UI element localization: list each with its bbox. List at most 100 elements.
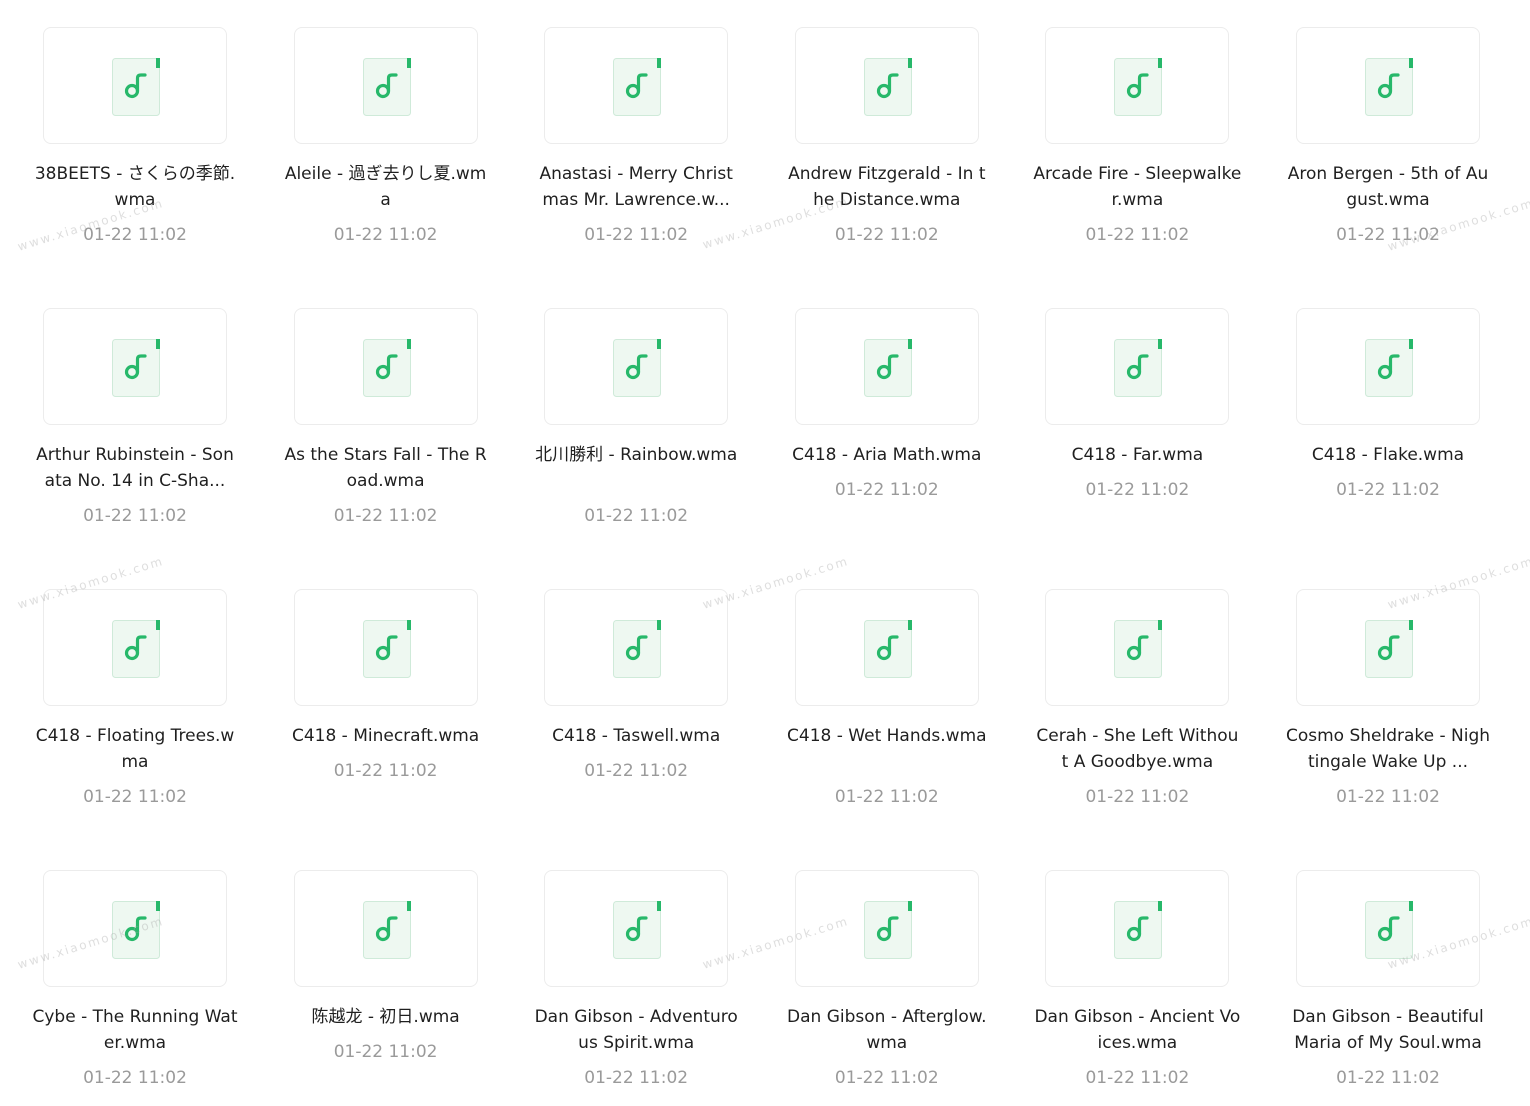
- file-date: 01-22 11:02: [1336, 787, 1440, 807]
- file-name[interactable]: C418 - Far.wma: [1033, 442, 1241, 468]
- file-thumbnail[interactable]: [43, 27, 227, 144]
- file-name[interactable]: Dan Gibson - Beautiful Maria of My Soul.…: [1284, 1004, 1492, 1056]
- file-card[interactable]: Aleile - 過ぎ去りし夏.wma 01-22 11:02: [282, 27, 502, 297]
- music-file-icon: [112, 901, 160, 959]
- file-card[interactable]: Arthur Rubinstein - Sonata No. 14 in C-S…: [31, 308, 251, 578]
- file-thumbnail[interactable]: [43, 870, 227, 987]
- file-name[interactable]: 陈越龙 - 初日.wma: [282, 1004, 490, 1030]
- file-date: 01-22 11:02: [834, 225, 939, 245]
- file-date: 01-22 11:02: [584, 506, 689, 526]
- file-name[interactable]: Anastasi - Merry Christmas Mr. Lawrence.…: [532, 161, 740, 213]
- music-file-icon: [613, 620, 662, 678]
- file-name[interactable]: Dan Gibson - Ancient Voices.wma: [1033, 1004, 1241, 1056]
- file-thumbnail[interactable]: [1296, 308, 1480, 425]
- file-thumbnail[interactable]: [293, 308, 478, 425]
- file-grid: 38BEETS - さくらの季節.wma 01-22 11:02 Aleile - …: [0, 0, 1530, 1106]
- file-thumbnail[interactable]: [43, 589, 227, 706]
- file-thumbnail[interactable]: [794, 589, 979, 706]
- file-thumbnail[interactable]: [544, 308, 729, 425]
- file-name[interactable]: As the Stars Fall - The Road.wma: [282, 442, 490, 494]
- file-card[interactable]: Cerah - She Left Without A Goodbye.wma 01…: [1033, 589, 1253, 859]
- file-thumbnail[interactable]: [544, 870, 729, 987]
- file-thumbnail[interactable]: [293, 27, 478, 144]
- file-card[interactable]: C418 - Far.wma 01-22 11:02: [1033, 308, 1253, 578]
- file-name[interactable]: C418 - Aria Math.wma: [783, 442, 991, 468]
- file-card[interactable]: C418 - Taswell.wma 01-22 11:02: [532, 589, 752, 859]
- file-name[interactable]: Andrew Fitzgerald - In the Distance.wma: [783, 161, 991, 213]
- file-name[interactable]: Cerah - She Left Without A Goodbye.wma: [1033, 723, 1241, 775]
- music-file-icon: [1114, 339, 1163, 397]
- file-name[interactable]: Cosmo Sheldrake - Nightingale Wake Up ..…: [1284, 723, 1492, 775]
- file-thumbnail[interactable]: [794, 27, 979, 144]
- file-date: 01-22 11:02: [1085, 787, 1190, 807]
- music-file-icon: [613, 339, 662, 397]
- file-name[interactable]: Cybe - The Running Water.wma: [31, 1004, 239, 1056]
- file-thumbnail[interactable]: [1296, 27, 1480, 144]
- file-name[interactable]: C418 - Flake.wma: [1284, 442, 1492, 468]
- music-file-icon: [112, 58, 160, 116]
- file-date: 01-22 11:02: [834, 1068, 939, 1088]
- file-date: 01-22 11:02: [584, 1068, 689, 1088]
- music-file-icon: [362, 901, 411, 959]
- file-thumbnail[interactable]: [544, 27, 729, 144]
- file-name[interactable]: Arthur Rubinstein - Sonata No. 14 in C-S…: [31, 442, 239, 494]
- music-file-icon: [863, 901, 912, 959]
- file-name[interactable]: C418 - Minecraft.wma: [282, 723, 490, 749]
- file-card[interactable]: Aron Bergen - 5th of August.wma 01-22 11:…: [1284, 27, 1504, 297]
- file-card[interactable]: C418 - Flake.wma 01-22 11:02: [1284, 308, 1504, 578]
- file-thumbnail[interactable]: [1045, 308, 1230, 425]
- music-file-icon: [1114, 620, 1163, 678]
- file-card[interactable]: C418 - Wet Hands.wma 01-22 11:02: [783, 589, 1003, 859]
- file-name[interactable]: 北川勝利 - Rainbow.wma: [532, 442, 740, 468]
- file-card[interactable]: Dan Gibson - Ancient Voices.wma 01-22 11:…: [1033, 870, 1253, 1106]
- music-file-icon: [1114, 901, 1163, 959]
- file-card[interactable]: Cybe - The Running Water.wma 01-22 11:02: [31, 870, 251, 1106]
- music-file-icon: [1365, 620, 1413, 678]
- file-thumbnail[interactable]: [1045, 589, 1230, 706]
- file-card[interactable]: 陈越龙 - 初日.wma 01-22 11:02: [282, 870, 502, 1106]
- file-thumbnail[interactable]: [794, 870, 979, 987]
- file-name[interactable]: Dan Gibson - Afterglow.wma: [783, 1004, 991, 1056]
- file-name[interactable]: C418 - Wet Hands.wma: [783, 723, 991, 749]
- file-date: 01-22 11:02: [333, 225, 438, 245]
- file-card[interactable]: As the Stars Fall - The Road.wma 01-22 11…: [282, 308, 502, 578]
- music-file-icon: [362, 58, 411, 116]
- file-card[interactable]: Arcade Fire - Sleepwalker.wma 01-22 11:02: [1033, 27, 1253, 297]
- music-file-icon: [362, 339, 411, 397]
- file-name[interactable]: C418 - Floating Trees.wma: [31, 723, 239, 775]
- file-name[interactable]: Arcade Fire - Sleepwalker.wma: [1033, 161, 1241, 213]
- file-card[interactable]: C418 - Minecraft.wma 01-22 11:02: [282, 589, 502, 859]
- file-date: 01-22 11:02: [333, 506, 438, 526]
- file-thumbnail[interactable]: [1045, 27, 1230, 144]
- file-thumbnail[interactable]: [794, 308, 979, 425]
- file-thumbnail[interactable]: [1296, 870, 1480, 987]
- file-name[interactable]: Aleile - 過ぎ去りし夏.wma: [282, 161, 490, 213]
- file-thumbnail[interactable]: [1045, 870, 1230, 987]
- file-card[interactable]: C418 - Floating Trees.wma 01-22 11:02: [31, 589, 251, 859]
- file-date: 01-22 11:02: [333, 1042, 438, 1062]
- file-card[interactable]: C418 - Aria Math.wma 01-22 11:02: [783, 308, 1003, 578]
- file-card[interactable]: 38BEETS - さくらの季節.wma 01-22 11:02: [31, 27, 251, 297]
- music-file-icon: [863, 339, 912, 397]
- file-name[interactable]: 38BEETS - さくらの季節.wma: [31, 161, 239, 213]
- file-date: 01-22 11:02: [1085, 480, 1190, 500]
- file-card[interactable]: Dan Gibson - Adventurous Spirit.wma 01-22…: [532, 870, 752, 1106]
- file-name[interactable]: Dan Gibson - Adventurous Spirit.wma: [532, 1004, 740, 1056]
- music-file-icon: [613, 58, 662, 116]
- file-date: 01-22 11:02: [834, 787, 939, 807]
- file-card[interactable]: Andrew Fitzgerald - In the Distance.wma 0…: [783, 27, 1003, 297]
- file-name[interactable]: C418 - Taswell.wma: [532, 723, 740, 749]
- music-file-icon: [863, 58, 912, 116]
- file-card[interactable]: 北川勝利 - Rainbow.wma 01-22 11:02: [532, 308, 752, 578]
- file-thumbnail[interactable]: [293, 589, 478, 706]
- file-thumbnail[interactable]: [293, 870, 478, 987]
- file-card[interactable]: Anastasi - Merry Christmas Mr. Lawrence.…: [532, 27, 752, 297]
- file-card[interactable]: Dan Gibson - Afterglow.wma 01-22 11:02: [783, 870, 1003, 1106]
- file-thumbnail[interactable]: [1296, 589, 1480, 706]
- file-card[interactable]: Dan Gibson - Beautiful Maria of My Soul.…: [1284, 870, 1504, 1106]
- file-name[interactable]: Aron Bergen - 5th of August.wma: [1284, 161, 1492, 213]
- file-card[interactable]: Cosmo Sheldrake - Nightingale Wake Up ..…: [1284, 589, 1504, 859]
- file-date: 01-22 11:02: [1336, 480, 1440, 500]
- file-thumbnail[interactable]: [43, 308, 227, 425]
- file-thumbnail[interactable]: [544, 589, 729, 706]
